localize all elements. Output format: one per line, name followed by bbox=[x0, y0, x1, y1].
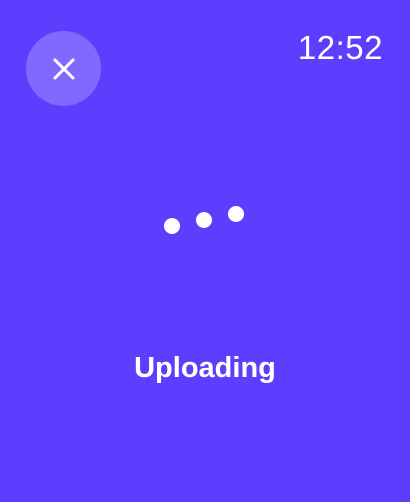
close-button[interactable] bbox=[26, 31, 101, 106]
loading-dot bbox=[164, 218, 180, 234]
close-icon bbox=[53, 58, 74, 79]
upload-status-text: Uploading bbox=[134, 352, 276, 384]
upload-screen: 12:52 Uploading bbox=[0, 0, 410, 502]
loading-dot bbox=[196, 212, 212, 228]
loading-dot bbox=[228, 206, 244, 222]
clock-time: 12:52 bbox=[297, 29, 383, 66]
